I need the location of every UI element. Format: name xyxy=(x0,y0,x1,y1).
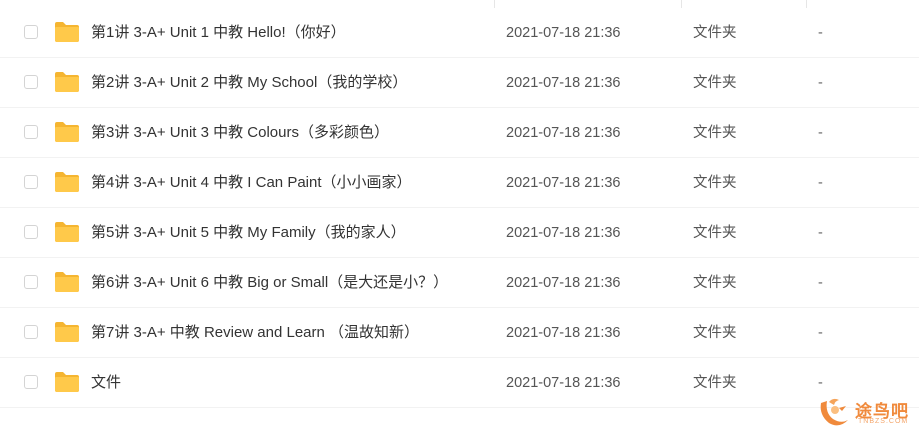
file-name[interactable]: 第5讲 3-A+ Unit 5 中教 My Family（我的家人） xyxy=(91,223,406,243)
row-checkbox[interactable] xyxy=(24,25,38,39)
row-checkbox[interactable] xyxy=(24,375,38,389)
modified-date: 2021-07-18 21:36 xyxy=(506,125,621,141)
folder-icon xyxy=(55,272,79,292)
folder-icon xyxy=(55,122,79,142)
file-row[interactable]: 第7讲 3-A+ 中教 Review and Learn （温故知新） 2021… xyxy=(0,308,919,358)
modified-date: 2021-07-18 21:36 xyxy=(506,325,621,341)
file-name[interactable]: 第4讲 3-A+ Unit 4 中教 I Can Paint（小小画家） xyxy=(91,173,412,193)
row-checkbox[interactable] xyxy=(24,75,38,89)
folder-icon xyxy=(55,222,79,242)
row-checkbox[interactable] xyxy=(24,275,38,289)
file-size: - xyxy=(818,275,823,291)
file-size: - xyxy=(818,375,823,391)
folder-icon xyxy=(55,322,79,342)
file-list: 第1讲 3-A+ Unit 1 中教 Hello!（你好） 2021-07-18… xyxy=(0,8,919,408)
file-type: 文件夹 xyxy=(693,75,737,91)
file-name[interactable]: 第2讲 3-A+ Unit 2 中教 My School（我的学校） xyxy=(91,73,407,93)
file-name[interactable]: 文件 xyxy=(91,373,121,393)
folder-icon xyxy=(55,72,79,92)
column-header-dividers xyxy=(0,0,919,8)
file-row[interactable]: 文件 2021-07-18 21:36 文件夹 - xyxy=(0,358,919,408)
file-row[interactable]: 第4讲 3-A+ Unit 4 中教 I Can Paint（小小画家） 202… xyxy=(0,158,919,208)
file-size: - xyxy=(818,225,823,241)
folder-icon xyxy=(55,22,79,42)
file-size: - xyxy=(818,125,823,141)
file-row[interactable]: 第2讲 3-A+ Unit 2 中教 My School（我的学校） 2021-… xyxy=(0,58,919,108)
file-size: - xyxy=(818,325,823,341)
modified-date: 2021-07-18 21:36 xyxy=(506,25,621,41)
row-checkbox[interactable] xyxy=(24,225,38,239)
file-size: - xyxy=(818,25,823,41)
file-type: 文件夹 xyxy=(693,175,737,191)
file-row[interactable]: 第3讲 3-A+ Unit 3 中教 Colours（多彩颜色） 2021-07… xyxy=(0,108,919,158)
row-checkbox[interactable] xyxy=(24,175,38,189)
watermark-subtext: TNBZS.COM xyxy=(858,418,909,425)
modified-date: 2021-07-18 21:36 xyxy=(506,175,621,191)
file-row[interactable]: 第1讲 3-A+ Unit 1 中教 Hello!（你好） 2021-07-18… xyxy=(0,8,919,58)
modified-date: 2021-07-18 21:36 xyxy=(506,375,621,391)
file-name[interactable]: 第6讲 3-A+ Unit 6 中教 Big or Small（是大还是小？） xyxy=(91,273,448,293)
watermark: 途鸟吧 TNBZS.COM xyxy=(815,393,915,431)
file-row[interactable]: 第6讲 3-A+ Unit 6 中教 Big or Small（是大还是小？） … xyxy=(0,258,919,308)
modified-date: 2021-07-18 21:36 xyxy=(506,275,621,291)
modified-date: 2021-07-18 21:36 xyxy=(506,225,621,241)
file-type: 文件夹 xyxy=(693,25,737,41)
file-size: - xyxy=(818,175,823,191)
file-type: 文件夹 xyxy=(693,225,737,241)
folder-icon xyxy=(55,172,79,192)
file-size: - xyxy=(818,75,823,91)
file-type: 文件夹 xyxy=(693,125,737,141)
file-row[interactable]: 第5讲 3-A+ Unit 5 中教 My Family（我的家人） 2021-… xyxy=(0,208,919,258)
file-name[interactable]: 第7讲 3-A+ 中教 Review and Learn （温故知新） xyxy=(91,323,419,343)
modified-date: 2021-07-18 21:36 xyxy=(506,75,621,91)
file-name[interactable]: 第1讲 3-A+ Unit 1 中教 Hello!（你好） xyxy=(91,23,346,43)
file-type: 文件夹 xyxy=(693,325,737,341)
file-type: 文件夹 xyxy=(693,275,737,291)
folder-icon xyxy=(55,372,79,392)
row-checkbox[interactable] xyxy=(24,325,38,339)
row-checkbox[interactable] xyxy=(24,125,38,139)
file-type: 文件夹 xyxy=(693,375,737,391)
bird-logo-icon xyxy=(820,398,848,426)
file-name[interactable]: 第3讲 3-A+ Unit 3 中教 Colours（多彩颜色） xyxy=(91,123,389,143)
